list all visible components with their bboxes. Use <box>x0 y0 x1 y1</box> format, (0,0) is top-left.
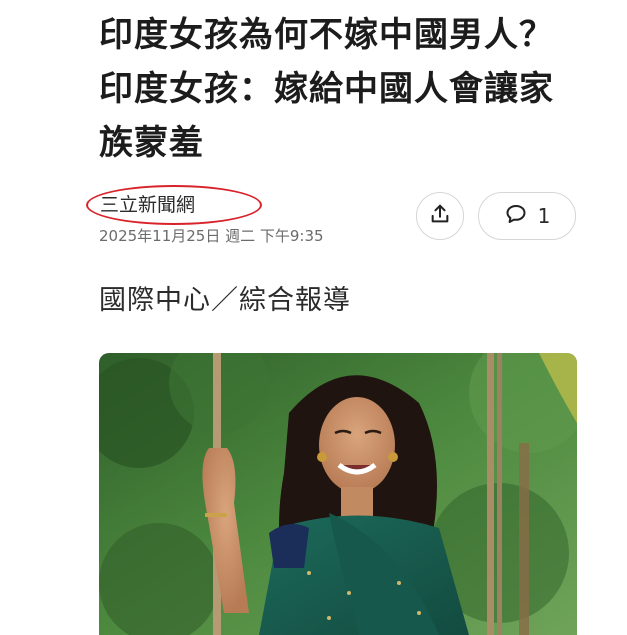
article-source[interactable]: 三立新聞網 <box>100 193 195 217</box>
share-icon <box>429 203 451 229</box>
share-button[interactable] <box>416 192 464 240</box>
comment-button[interactable]: 1 <box>478 192 576 240</box>
article-headline: 印度女孩為何不嫁中國男人？印度女孩：嫁給中國人會讓家族蒙羞 <box>99 15 554 163</box>
article-timestamp: 2025年11月25日 週二 下午9:35 <box>99 227 324 245</box>
article-byline: 國際中心／綜合報導 <box>99 285 351 316</box>
article-photo[interactable] <box>99 353 577 635</box>
swing-rope-right <box>487 353 494 635</box>
comment-icon <box>504 202 528 230</box>
comment-count: 1 <box>537 204 551 228</box>
woman-face <box>319 397 395 493</box>
